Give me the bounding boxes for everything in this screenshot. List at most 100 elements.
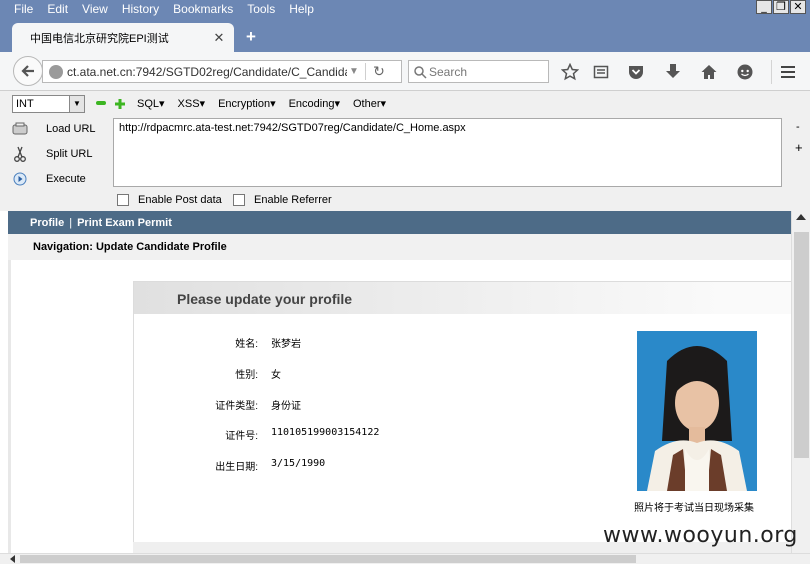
field-value: 身份证 (271, 401, 301, 412)
nav-link-print-exam-permit[interactable]: Print Exam Permit (77, 217, 172, 229)
reading-list-icon[interactable] (591, 62, 611, 82)
field-gender: 性别: 女 (134, 366, 281, 381)
candidate-photo (637, 331, 757, 491)
minimize-button[interactable]: _ (756, 0, 772, 14)
hackbar-menus: SQL▾ XSS▾ Encryption▾ Encoding▾ Other▾ (137, 97, 386, 110)
left-gutter (8, 260, 11, 553)
field-label: 证件类型: (215, 401, 258, 412)
load-url-button[interactable]: Load URL (12, 119, 96, 139)
panel-title: Please update your profile (134, 282, 791, 314)
new-tab-button[interactable]: + (243, 28, 259, 45)
menu-help[interactable]: Help (282, 1, 321, 17)
photo-caption: 照片将于考试当日现场采集 (634, 503, 754, 514)
scroll-thumb[interactable] (20, 555, 636, 563)
url-bar[interactable]: ct.ata.net.cn:7942/SGTD02reg/Candidate/C… (42, 60, 402, 83)
menu-sql[interactable]: SQL▾ (137, 97, 165, 110)
url-text[interactable]: ct.ata.net.cn:7942/SGTD02reg/Candidate/C… (67, 65, 347, 79)
portrait-image (637, 331, 757, 491)
breadcrumb: Navigation: Update Candidate Profile (8, 234, 791, 260)
menu-other[interactable]: Other▾ (353, 97, 386, 110)
home-icon[interactable] (699, 62, 719, 82)
grow-textarea-button[interactable]: + (795, 140, 803, 155)
field-value: 3/15/1990 (271, 458, 326, 469)
menu-encryption[interactable]: Encryption▾ (218, 97, 276, 110)
field-value: 110105199003154122 (271, 427, 380, 438)
field-value: 张梦岩 (271, 339, 301, 350)
window-titlebar: File Edit View History Bookmarks Tools H… (0, 0, 810, 52)
enable-post-data-label: Enable Post data (138, 194, 222, 206)
back-arrow-icon (21, 65, 34, 77)
search-placeholder: Search (429, 64, 468, 79)
navigation-toolbar: ct.ata.net.cn:7942/SGTD02reg/Candidate/C… (0, 52, 810, 91)
search-icon (414, 65, 427, 79)
close-window-button[interactable]: ✕ (790, 0, 806, 14)
horizontal-scrollbar[interactable] (0, 553, 810, 564)
url-dropdown-icon[interactable]: ▼ (347, 66, 361, 77)
menu-encoding[interactable]: Encoding▾ (289, 97, 340, 110)
search-bar[interactable]: Search (408, 60, 549, 83)
field-label: 姓名: (235, 339, 258, 350)
execute-button[interactable]: Execute (12, 169, 86, 189)
menu-xss[interactable]: XSS▾ (178, 97, 206, 110)
menu-file[interactable]: File (0, 1, 40, 17)
menu-view[interactable]: View (75, 1, 115, 17)
globe-icon (49, 64, 63, 79)
menu-bookmarks[interactable]: Bookmarks (166, 1, 240, 17)
chevron-down-icon[interactable]: ▼ (69, 96, 84, 112)
checkbox-box[interactable] (117, 194, 129, 206)
watermark: www.wooyun.org (603, 523, 798, 548)
type-select[interactable]: INT ▼ (12, 95, 85, 113)
field-birth-date: 出生日期: 3/15/1990 (134, 458, 325, 473)
type-select-value: INT (16, 98, 34, 110)
menu-tools[interactable]: Tools (240, 1, 282, 17)
reload-icon[interactable]: ↻ (370, 63, 388, 80)
restore-button[interactable]: ❐ (773, 0, 789, 14)
checkbox-box[interactable] (233, 194, 245, 206)
field-label: 出生日期: (215, 462, 258, 473)
field-id-type: 证件类型: 身份证 (134, 397, 301, 412)
scroll-thumb[interactable] (794, 232, 809, 458)
field-value: 女 (271, 370, 281, 381)
enable-referrer-label: Enable Referrer (254, 194, 332, 206)
hackbar-panel: INT ▼ SQL▾ XSS▾ Encryption▾ Encoding▾ Ot… (0, 91, 810, 211)
nav-separator: | (69, 216, 73, 229)
url-textarea[interactable]: http://rdpacmrc.ata-test.net:7942/SGTD07… (113, 118, 782, 187)
browser-tab-active[interactable]: 中国电信北京研究院EPI测试 ✕ (12, 23, 234, 52)
split-url-label: Split URL (46, 148, 93, 160)
star-icon[interactable] (560, 62, 580, 82)
field-id-number: 证件号: 110105199003154122 (134, 427, 379, 442)
profile-panel: Please update your profile 姓名: 张梦岩 性别: 女… (133, 281, 791, 553)
menu-history[interactable]: History (115, 1, 166, 17)
window-controls: _ ❐ ✕ (756, 0, 806, 14)
hamburger-menu-icon[interactable] (771, 60, 803, 84)
chat-icon[interactable] (735, 62, 755, 82)
increase-icon[interactable] (115, 98, 125, 109)
pocket-icon[interactable] (626, 62, 646, 82)
vertical-scrollbar[interactable] (791, 211, 810, 553)
page-content: Profile | Print Exam Permit Navigation: … (0, 211, 791, 553)
enable-referrer-checkbox[interactable]: Enable Referrer (233, 194, 332, 206)
load-url-label: Load URL (46, 123, 96, 135)
execute-label: Execute (46, 173, 86, 185)
field-name: 姓名: 张梦岩 (134, 335, 301, 350)
tab-title: 中国电信北京研究院EPI测试 (30, 32, 169, 45)
shrink-textarea-button[interactable]: - (796, 121, 800, 133)
scroll-up-icon[interactable] (796, 214, 806, 220)
decrease-icon[interactable] (96, 101, 106, 105)
tab-close-icon[interactable]: ✕ (210, 30, 228, 46)
play-icon (12, 171, 28, 187)
menubar: File Edit View History Bookmarks Tools H… (0, 0, 321, 18)
top-nav-band: Profile | Print Exam Permit (8, 211, 791, 234)
field-label: 证件号: (225, 431, 258, 442)
url-separator (365, 63, 366, 80)
field-label: 性别: (235, 370, 258, 381)
menu-edit[interactable]: Edit (40, 1, 75, 17)
nav-link-profile[interactable]: Profile (30, 217, 64, 229)
download-icon[interactable] (663, 62, 683, 82)
enable-post-data-checkbox[interactable]: Enable Post data (117, 194, 222, 206)
scroll-left-icon[interactable] (10, 555, 15, 563)
back-button[interactable] (13, 56, 43, 86)
load-url-icon (12, 121, 28, 137)
scissors-icon (12, 146, 28, 162)
split-url-button[interactable]: Split URL (12, 144, 92, 164)
